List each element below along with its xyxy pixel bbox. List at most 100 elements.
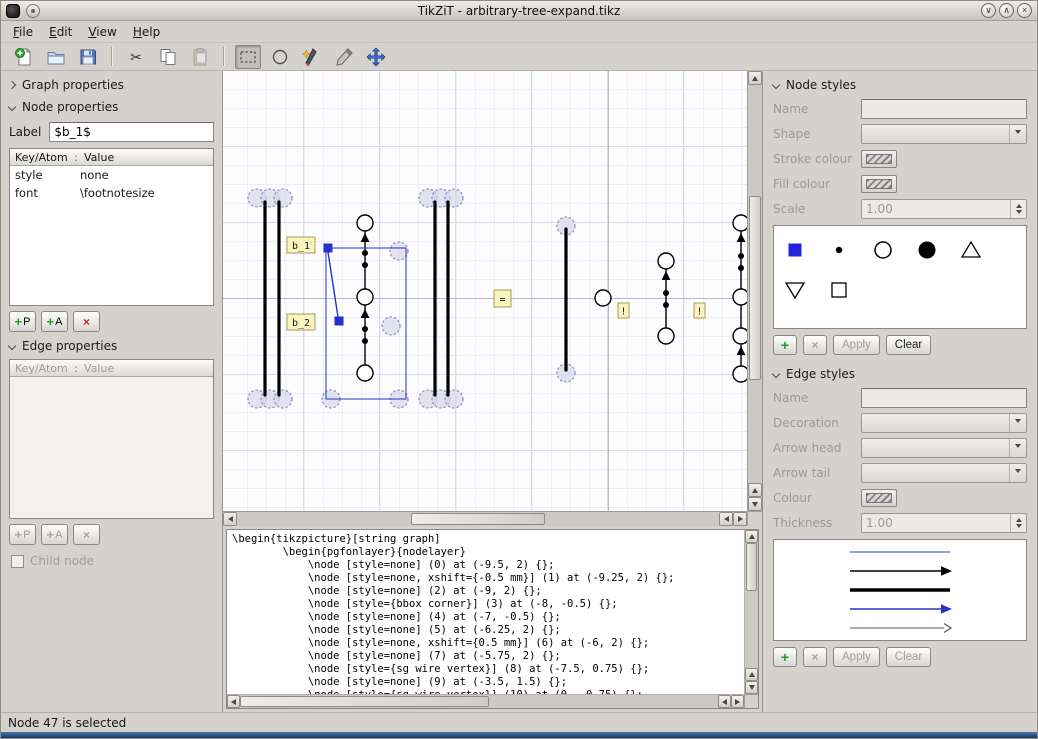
scroll-up-button[interactable] <box>745 668 758 681</box>
edge-properties-table[interactable]: Key/Atom : Value <box>9 359 214 519</box>
edge-style-item[interactable] <box>774 580 1026 599</box>
node-properties-header[interactable]: Node properties <box>7 98 216 116</box>
scroll-track[interactable] <box>745 543 758 668</box>
menu-help[interactable]: Help <box>125 22 168 42</box>
node-styles-header[interactable]: Node styles <box>771 76 1029 94</box>
close-button[interactable]: × <box>1017 3 1032 18</box>
table-body[interactable]: style none font \footnotesize <box>10 166 213 305</box>
node-shape-select[interactable] <box>861 124 1027 144</box>
graph-nodes[interactable] <box>357 215 747 382</box>
node-style-palette[interactable] <box>773 225 1027 329</box>
minimize-button[interactable]: ∨ <box>981 3 996 18</box>
spin-up-icon[interactable] <box>1016 201 1022 208</box>
remove-edge-style-button[interactable]: × <box>803 647 827 667</box>
canvas-horizontal-scrollbar[interactable] <box>223 511 747 526</box>
node-style-item[interactable] <box>784 272 806 308</box>
remove-node-style-button[interactable]: × <box>803 335 827 355</box>
graph-edges[interactable] <box>365 231 741 366</box>
node-style-item[interactable] <box>916 232 938 268</box>
cut-button[interactable]: ✂ <box>123 45 149 69</box>
scroll-down-button[interactable] <box>745 681 758 694</box>
node-style-item[interactable] <box>828 272 850 308</box>
menu-file[interactable]: File <box>5 22 41 42</box>
fill-colour-button[interactable] <box>861 175 897 193</box>
column-value[interactable]: Value <box>82 151 213 164</box>
open-file-button[interactable] <box>43 45 69 69</box>
add-node-tool-button[interactable] <box>267 45 293 69</box>
node-style-item[interactable] <box>872 232 894 268</box>
cell-key[interactable]: font <box>10 186 80 200</box>
thickness-spinner[interactable] <box>861 513 1027 533</box>
scroll-thumb[interactable] <box>411 513 546 525</box>
node-style-item[interactable] <box>828 232 850 268</box>
title-bar[interactable]: TikZiT - arbitrary-tree-expand.tikz ∨ ∧ … <box>1 1 1037 21</box>
code-vertical-scrollbar[interactable] <box>744 530 758 694</box>
paste-button[interactable] <box>187 45 213 69</box>
scroll-up-button[interactable] <box>748 483 762 497</box>
add-atom-button[interactable]: +A <box>41 524 68 545</box>
edge-style-item[interactable] <box>774 561 1026 580</box>
edge-style-list[interactable] <box>773 539 1027 641</box>
scroll-up-button[interactable] <box>745 530 758 543</box>
node-style-item[interactable] <box>784 232 806 268</box>
apply-node-styles-button[interactable]: Apply <box>833 335 880 355</box>
spin-up-icon[interactable] <box>1016 515 1022 522</box>
scroll-left-button[interactable] <box>719 512 733 526</box>
cell-key[interactable]: style <box>10 168 80 182</box>
scale-spinner[interactable] <box>861 199 1027 219</box>
edge-style-item[interactable] <box>774 542 1026 561</box>
spin-down-icon[interactable] <box>1016 210 1022 217</box>
scroll-thumb[interactable] <box>240 696 489 707</box>
select-tool-button[interactable] <box>235 45 261 69</box>
node-properties-table[interactable]: Key/Atom : Value style none font \footno… <box>9 148 214 306</box>
scroll-track[interactable] <box>240 695 718 708</box>
scroll-right-button[interactable] <box>731 695 744 708</box>
remove-property-button[interactable]: × <box>73 311 100 332</box>
add-atom-button[interactable]: +A <box>41 311 68 332</box>
code-editor[interactable]: \begin{tikzpicture}[string graph] \begin… <box>227 530 744 694</box>
graph-drawing[interactable]: b_1 b_2 = ! <box>223 71 747 511</box>
scroll-track[interactable] <box>748 85 762 483</box>
graph-wires[interactable] <box>265 202 566 395</box>
arrow-head-select[interactable] <box>861 438 1027 458</box>
scroll-up-button[interactable] <box>748 71 762 85</box>
window-menu-icon[interactable] <box>26 4 40 18</box>
scroll-left-button[interactable] <box>227 695 240 708</box>
clear-edge-styles-button[interactable]: Clear <box>886 647 931 667</box>
add-edge-tool-button[interactable] <box>299 45 325 69</box>
new-file-button[interactable] <box>11 45 37 69</box>
clear-node-styles-button[interactable]: Clear <box>886 335 931 355</box>
scale-value-input[interactable] <box>862 202 1010 216</box>
cell-value[interactable]: none <box>80 168 213 182</box>
edge-style-name-input[interactable] <box>861 388 1027 408</box>
scroll-thumb[interactable] <box>749 196 761 379</box>
column-key[interactable]: Key/Atom <box>10 151 70 164</box>
table-row[interactable]: font \footnotesize <box>10 184 213 202</box>
maximize-button[interactable]: ∧ <box>999 3 1014 18</box>
table-header[interactable]: Key/Atom : Value <box>10 149 213 166</box>
remove-property-button[interactable]: × <box>73 524 100 545</box>
node-style-name-input[interactable] <box>861 99 1027 119</box>
child-node-checkbox[interactable] <box>11 555 24 568</box>
apply-edge-styles-button[interactable]: Apply <box>833 647 880 667</box>
menu-edit[interactable]: Edit <box>41 22 80 42</box>
arrow-tail-select[interactable] <box>861 463 1027 483</box>
scroll-left-button[interactable] <box>223 512 237 526</box>
graph-canvas[interactable]: b_1 b_2 = ! <box>223 71 747 511</box>
stroke-colour-button[interactable] <box>861 150 897 168</box>
draw-tool-button[interactable] <box>331 45 357 69</box>
decoration-select[interactable] <box>861 413 1027 433</box>
edge-style-item[interactable] <box>774 618 1026 637</box>
copy-button[interactable] <box>155 45 181 69</box>
cell-value[interactable]: \footnotesize <box>80 186 213 200</box>
edge-style-item[interactable] <box>774 599 1026 618</box>
code-horizontal-scrollbar[interactable] <box>227 694 744 708</box>
canvas-vertical-scrollbar[interactable] <box>747 71 762 511</box>
edge-styles-header[interactable]: Edge styles <box>771 365 1029 383</box>
node-style-item[interactable] <box>960 232 982 268</box>
spin-down-icon[interactable] <box>1016 524 1022 531</box>
scroll-down-button[interactable] <box>748 497 762 511</box>
ghost-nodes[interactable] <box>248 189 575 408</box>
add-property-button[interactable]: +P <box>9 524 36 545</box>
add-property-button[interactable]: +P <box>9 311 36 332</box>
